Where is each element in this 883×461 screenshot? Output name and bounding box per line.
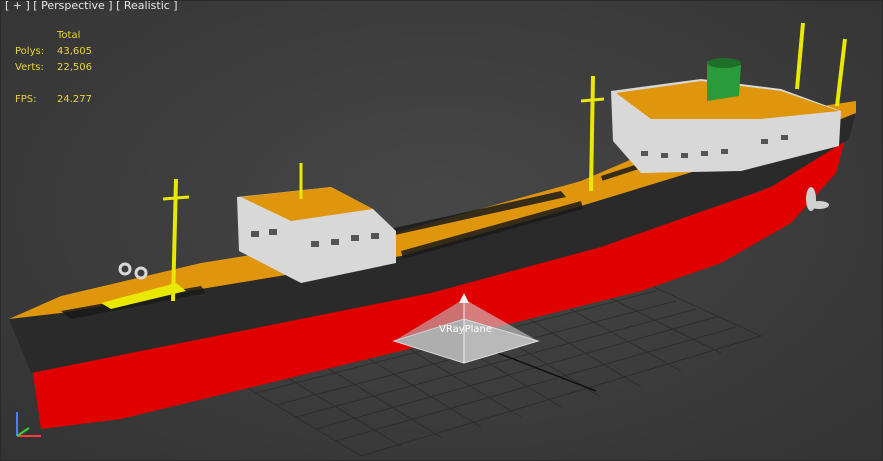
winches (118, 262, 148, 280)
stats-verts-row: Verts: 22,506 (15, 60, 92, 76)
viewport-perspective[interactable]: [ + ] [ Perspective ] [ Realistic ] Tota… (0, 0, 883, 461)
stats-overlay: Total Polys: 43,605 Verts: 22,506 FPS: 2… (15, 28, 92, 108)
stats-polys-value: 43,605 (57, 46, 92, 57)
stats-verts-label: Verts: (15, 62, 44, 73)
stats-fps-row: FPS: 24.277 (15, 92, 92, 108)
stats-fps-label: FPS: (15, 94, 37, 105)
axis-gizmo-icon (16, 412, 41, 437)
vray-plane-label: VRayPlane (439, 324, 493, 335)
stats-header: Total (57, 30, 81, 41)
stats-fps-value: 24.277 (57, 94, 92, 105)
stats-polys-label: Polys: (15, 46, 45, 57)
scene-render (9, 22, 856, 457)
stats-verts-value: 22,506 (57, 62, 92, 73)
stats-polys-row: Polys: 43,605 (15, 44, 92, 60)
